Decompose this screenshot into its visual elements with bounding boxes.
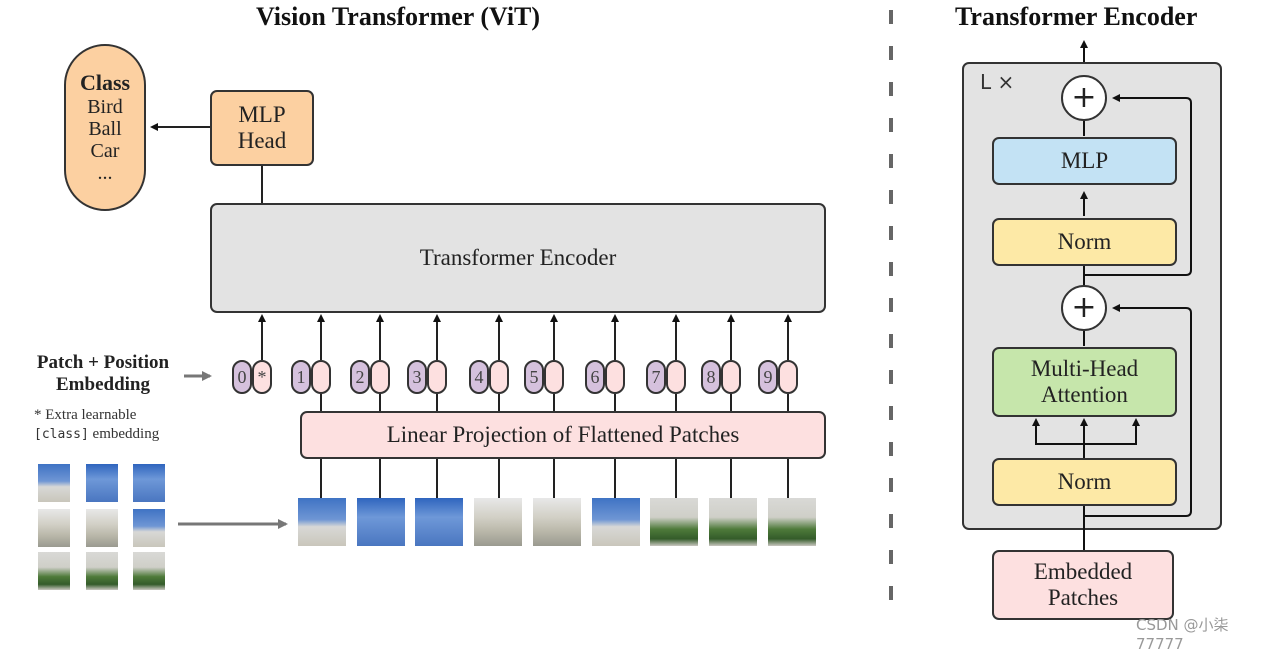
class-token-embedding: * <box>252 360 272 394</box>
watermark: CSDN @小柒77777 <box>1136 616 1229 653</box>
image-patch <box>38 552 70 590</box>
class-item: Car <box>90 139 120 162</box>
plus-icon: + <box>1071 79 1097 115</box>
position-embedding-7: 7 <box>646 360 666 394</box>
flattened-patch <box>650 498 698 546</box>
patch-embedding-2 <box>370 360 390 394</box>
flattened-patch <box>474 498 522 546</box>
vit-title: Vision Transformer (ViT) <box>256 2 541 31</box>
mlp-head-line2: Head <box>237 128 287 153</box>
mlp-head-box: MLP Head <box>210 90 314 166</box>
mlp-box: MLP <box>992 137 1177 185</box>
embedding-label-line1: Patch + Position <box>36 352 170 373</box>
token-arrows <box>258 314 792 360</box>
embedded-patches-line2: Patches <box>1047 585 1119 610</box>
image-patch <box>86 552 118 590</box>
position-embedding-5: 5 <box>524 360 544 394</box>
image-patch <box>133 552 165 590</box>
flattened-patch <box>768 498 816 546</box>
linear-projection-box: Linear Projection of Flattened Patches <box>300 411 826 459</box>
patch-embedding-4 <box>489 360 509 394</box>
note-line2: embedding <box>88 425 160 442</box>
class-heading: Class <box>79 70 131 96</box>
mlp-head-line1: MLP <box>238 101 286 127</box>
image-patch <box>133 464 165 502</box>
embedded-patches-box: Embedded Patches <box>992 550 1174 620</box>
norm-box-bottom: Norm <box>992 458 1177 506</box>
position-embedding-6: 6 <box>585 360 605 394</box>
flattened-patch <box>709 498 757 546</box>
embedding-label: Patch + Position Embedding <box>18 352 188 396</box>
norm-label: Norm <box>1057 228 1112 254</box>
flattened-patch <box>298 498 346 546</box>
position-embedding-4: 4 <box>469 360 489 394</box>
multi-head-attention-box: Multi-Head Attention <box>992 347 1177 417</box>
norm-label: Norm <box>1057 468 1112 494</box>
class-item: Ball <box>88 117 122 140</box>
transformer-encoder-box: Transformer Encoder <box>210 203 826 313</box>
add-node-bottom: + <box>1061 285 1107 331</box>
embedding-label-line2: Embedding <box>56 373 150 395</box>
extra-learnable-note: * Extra learnable [class] embedding <box>34 406 159 444</box>
plus-icon: + <box>1071 289 1097 325</box>
image-patch <box>38 464 70 502</box>
repeat-label: L × <box>980 70 1015 94</box>
norm-box-top: Norm <box>992 218 1177 266</box>
patch-embedding-3 <box>427 360 447 394</box>
patch-embedding-7 <box>666 360 686 394</box>
attention-line2: Attention <box>1041 382 1128 407</box>
position-embedding-0: 0 <box>232 360 252 394</box>
image-patch <box>133 509 165 547</box>
class-item: Bird <box>87 95 123 118</box>
class-item: ... <box>97 161 113 184</box>
add-node-top: + <box>1061 75 1107 121</box>
flattened-patch <box>357 498 405 546</box>
position-embedding-9: 9 <box>758 360 778 394</box>
position-embedding-3: 3 <box>407 360 427 394</box>
encoder-detail-title: Transformer Encoder <box>955 2 1198 31</box>
patch-embedding-8 <box>721 360 741 394</box>
flattened-patch <box>592 498 640 546</box>
linear-projection-label: Linear Projection of Flattened Patches <box>386 421 740 447</box>
transformer-encoder-label: Transformer Encoder <box>419 244 617 270</box>
position-embedding-1: 1 <box>291 360 311 394</box>
image-patch <box>86 509 118 547</box>
embedded-patches-line1: Embedded <box>1033 558 1133 584</box>
class-output-box: Class Bird Ball Car ... <box>64 44 146 211</box>
patch-embedding-1 <box>311 360 331 394</box>
position-embedding-2: 2 <box>350 360 370 394</box>
patch-embedding-5 <box>544 360 564 394</box>
position-embedding-8: 8 <box>701 360 721 394</box>
patch-embedding-9 <box>778 360 798 394</box>
flattened-patch <box>415 498 463 546</box>
note-line1: * Extra learnable <box>34 407 137 423</box>
note-code: [class] <box>34 426 89 442</box>
mlp-label: MLP <box>1060 147 1109 173</box>
patch-embedding-6 <box>605 360 625 394</box>
flattened-patch <box>533 498 581 546</box>
attention-line1: Multi-Head <box>1030 355 1139 381</box>
image-patch <box>86 464 118 502</box>
image-patch <box>38 509 70 547</box>
